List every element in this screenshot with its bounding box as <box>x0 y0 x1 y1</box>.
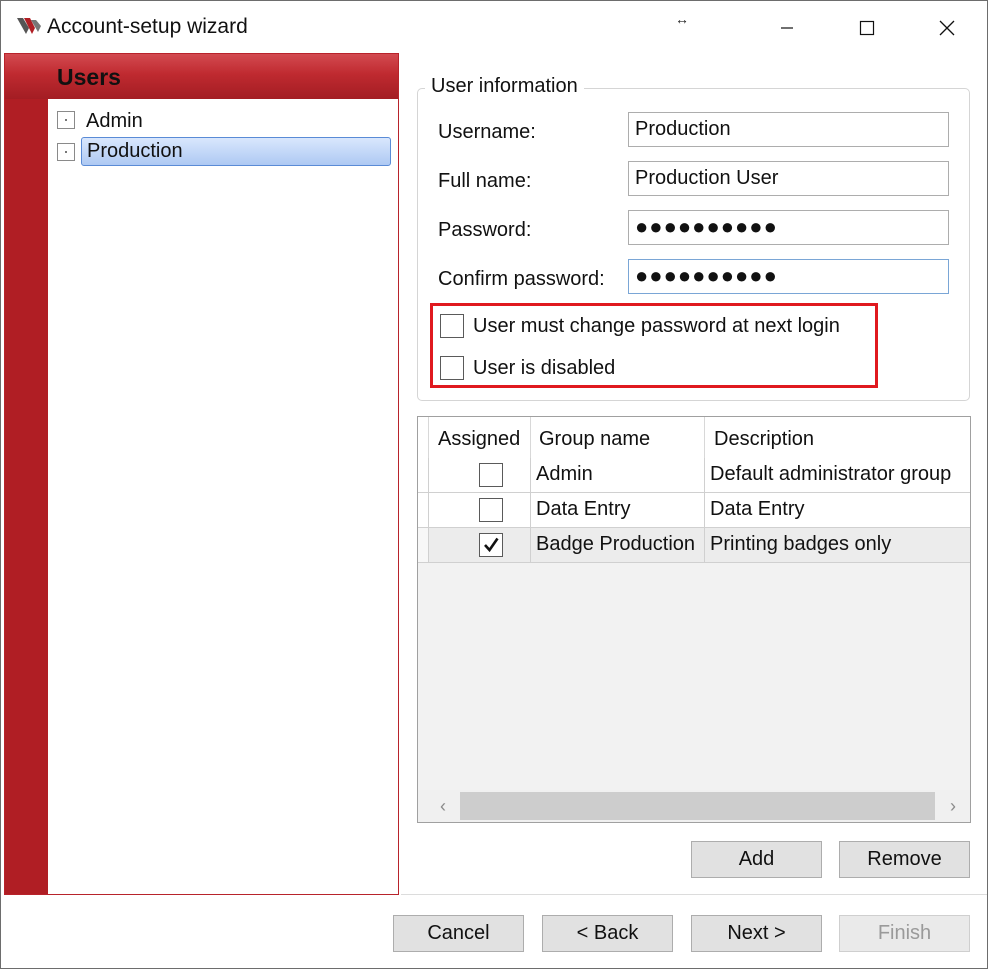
scrollbar-thumb[interactable] <box>460 792 935 820</box>
tree-node-box-icon <box>57 143 75 161</box>
back-button[interactable]: < Back <box>542 915 673 952</box>
finish-button[interactable]: Finish <box>839 915 970 952</box>
horizontal-scrollbar[interactable]: ‹ › <box>418 790 970 822</box>
must-change-password-option[interactable]: User must change password at next login <box>440 314 840 338</box>
password-label: Password: <box>438 219 532 241</box>
username-label: Username: <box>438 121 536 143</box>
password-field[interactable] <box>628 210 949 245</box>
users-header-label: Users <box>57 64 121 90</box>
row-header <box>418 528 429 563</box>
description-cell: Default administrator group <box>705 458 970 493</box>
tree-node-box-icon <box>57 111 75 129</box>
app-logo-icon <box>16 16 42 36</box>
row-header <box>418 458 429 493</box>
window-title: Account-setup wizard <box>47 15 248 38</box>
user-information-title: User information <box>425 75 584 98</box>
assigned-checkbox[interactable] <box>479 463 503 487</box>
title-bar: Account-setup wizard ↔ <box>1 1 987 55</box>
table-row-selected[interactable]: Badge Production Printing badges only <box>418 528 970 563</box>
users-panel: Users Admin Production <box>4 53 399 895</box>
column-header-assigned[interactable]: Assigned <box>429 417 531 459</box>
user-disabled-option[interactable]: User is disabled <box>440 356 615 380</box>
user-disabled-checkbox[interactable] <box>440 356 464 380</box>
grid-header: Assigned Group name Description <box>418 417 970 459</box>
group-name-cell: Admin <box>531 458 705 493</box>
assigned-cell <box>429 458 531 493</box>
table-row[interactable]: Admin Default administrator group <box>418 458 970 493</box>
assigned-checkbox-checked[interactable] <box>479 533 503 557</box>
add-button[interactable]: Add <box>691 841 822 878</box>
next-button[interactable]: Next > <box>691 915 822 952</box>
scroll-right-icon[interactable]: › <box>940 792 966 820</box>
fullname-label: Full name: <box>438 170 532 192</box>
row-header <box>418 493 429 528</box>
close-icon <box>939 20 955 36</box>
grid-corner <box>418 417 429 459</box>
user-tree-item-admin[interactable]: Admin <box>57 108 377 138</box>
user-tree-item-label: Production <box>81 137 391 166</box>
scroll-left-icon[interactable]: ‹ <box>430 792 456 820</box>
confirm-password-field[interactable] <box>628 259 949 294</box>
cancel-button[interactable]: Cancel <box>393 915 524 952</box>
description-cell: Printing badges only <box>705 528 970 563</box>
resize-cursor-icon: ↔ <box>675 11 689 27</box>
maximize-button[interactable] <box>827 1 907 55</box>
column-header-description[interactable]: Description <box>705 417 970 459</box>
table-row[interactable]: Data Entry Data Entry <box>418 493 970 528</box>
assigned-checkbox[interactable] <box>479 498 503 522</box>
group-name-cell: Data Entry <box>531 493 705 528</box>
remove-button[interactable]: Remove <box>839 841 970 878</box>
user-tree-item-production[interactable]: Production <box>57 137 397 168</box>
must-change-password-checkbox[interactable] <box>440 314 464 338</box>
username-field[interactable] <box>628 112 949 147</box>
footer-divider <box>401 894 987 895</box>
minimize-icon <box>781 27 793 29</box>
users-side-strip <box>5 99 48 894</box>
assigned-cell <box>429 528 531 563</box>
must-change-password-label: User must change password at next login <box>473 314 840 337</box>
user-disabled-label: User is disabled <box>473 356 616 379</box>
minimize-button[interactable] <box>747 1 827 55</box>
close-button[interactable] <box>907 1 987 55</box>
users-header: Users <box>5 54 398 99</box>
description-cell: Data Entry <box>705 493 970 528</box>
checkmark-icon <box>484 537 499 553</box>
group-name-cell: Badge Production <box>531 528 705 563</box>
confirm-password-label: Confirm password: <box>438 268 605 290</box>
user-tree-item-label: Admin <box>86 110 143 132</box>
column-header-group-name[interactable]: Group name <box>531 417 705 459</box>
maximize-icon <box>859 20 875 36</box>
fullname-field[interactable] <box>628 161 949 196</box>
assigned-cell <box>429 493 531 528</box>
groups-grid: Assigned Group name Description Admin De… <box>417 416 971 823</box>
wizard-window: Account-setup wizard ↔ Users Admin Produ… <box>0 0 988 969</box>
